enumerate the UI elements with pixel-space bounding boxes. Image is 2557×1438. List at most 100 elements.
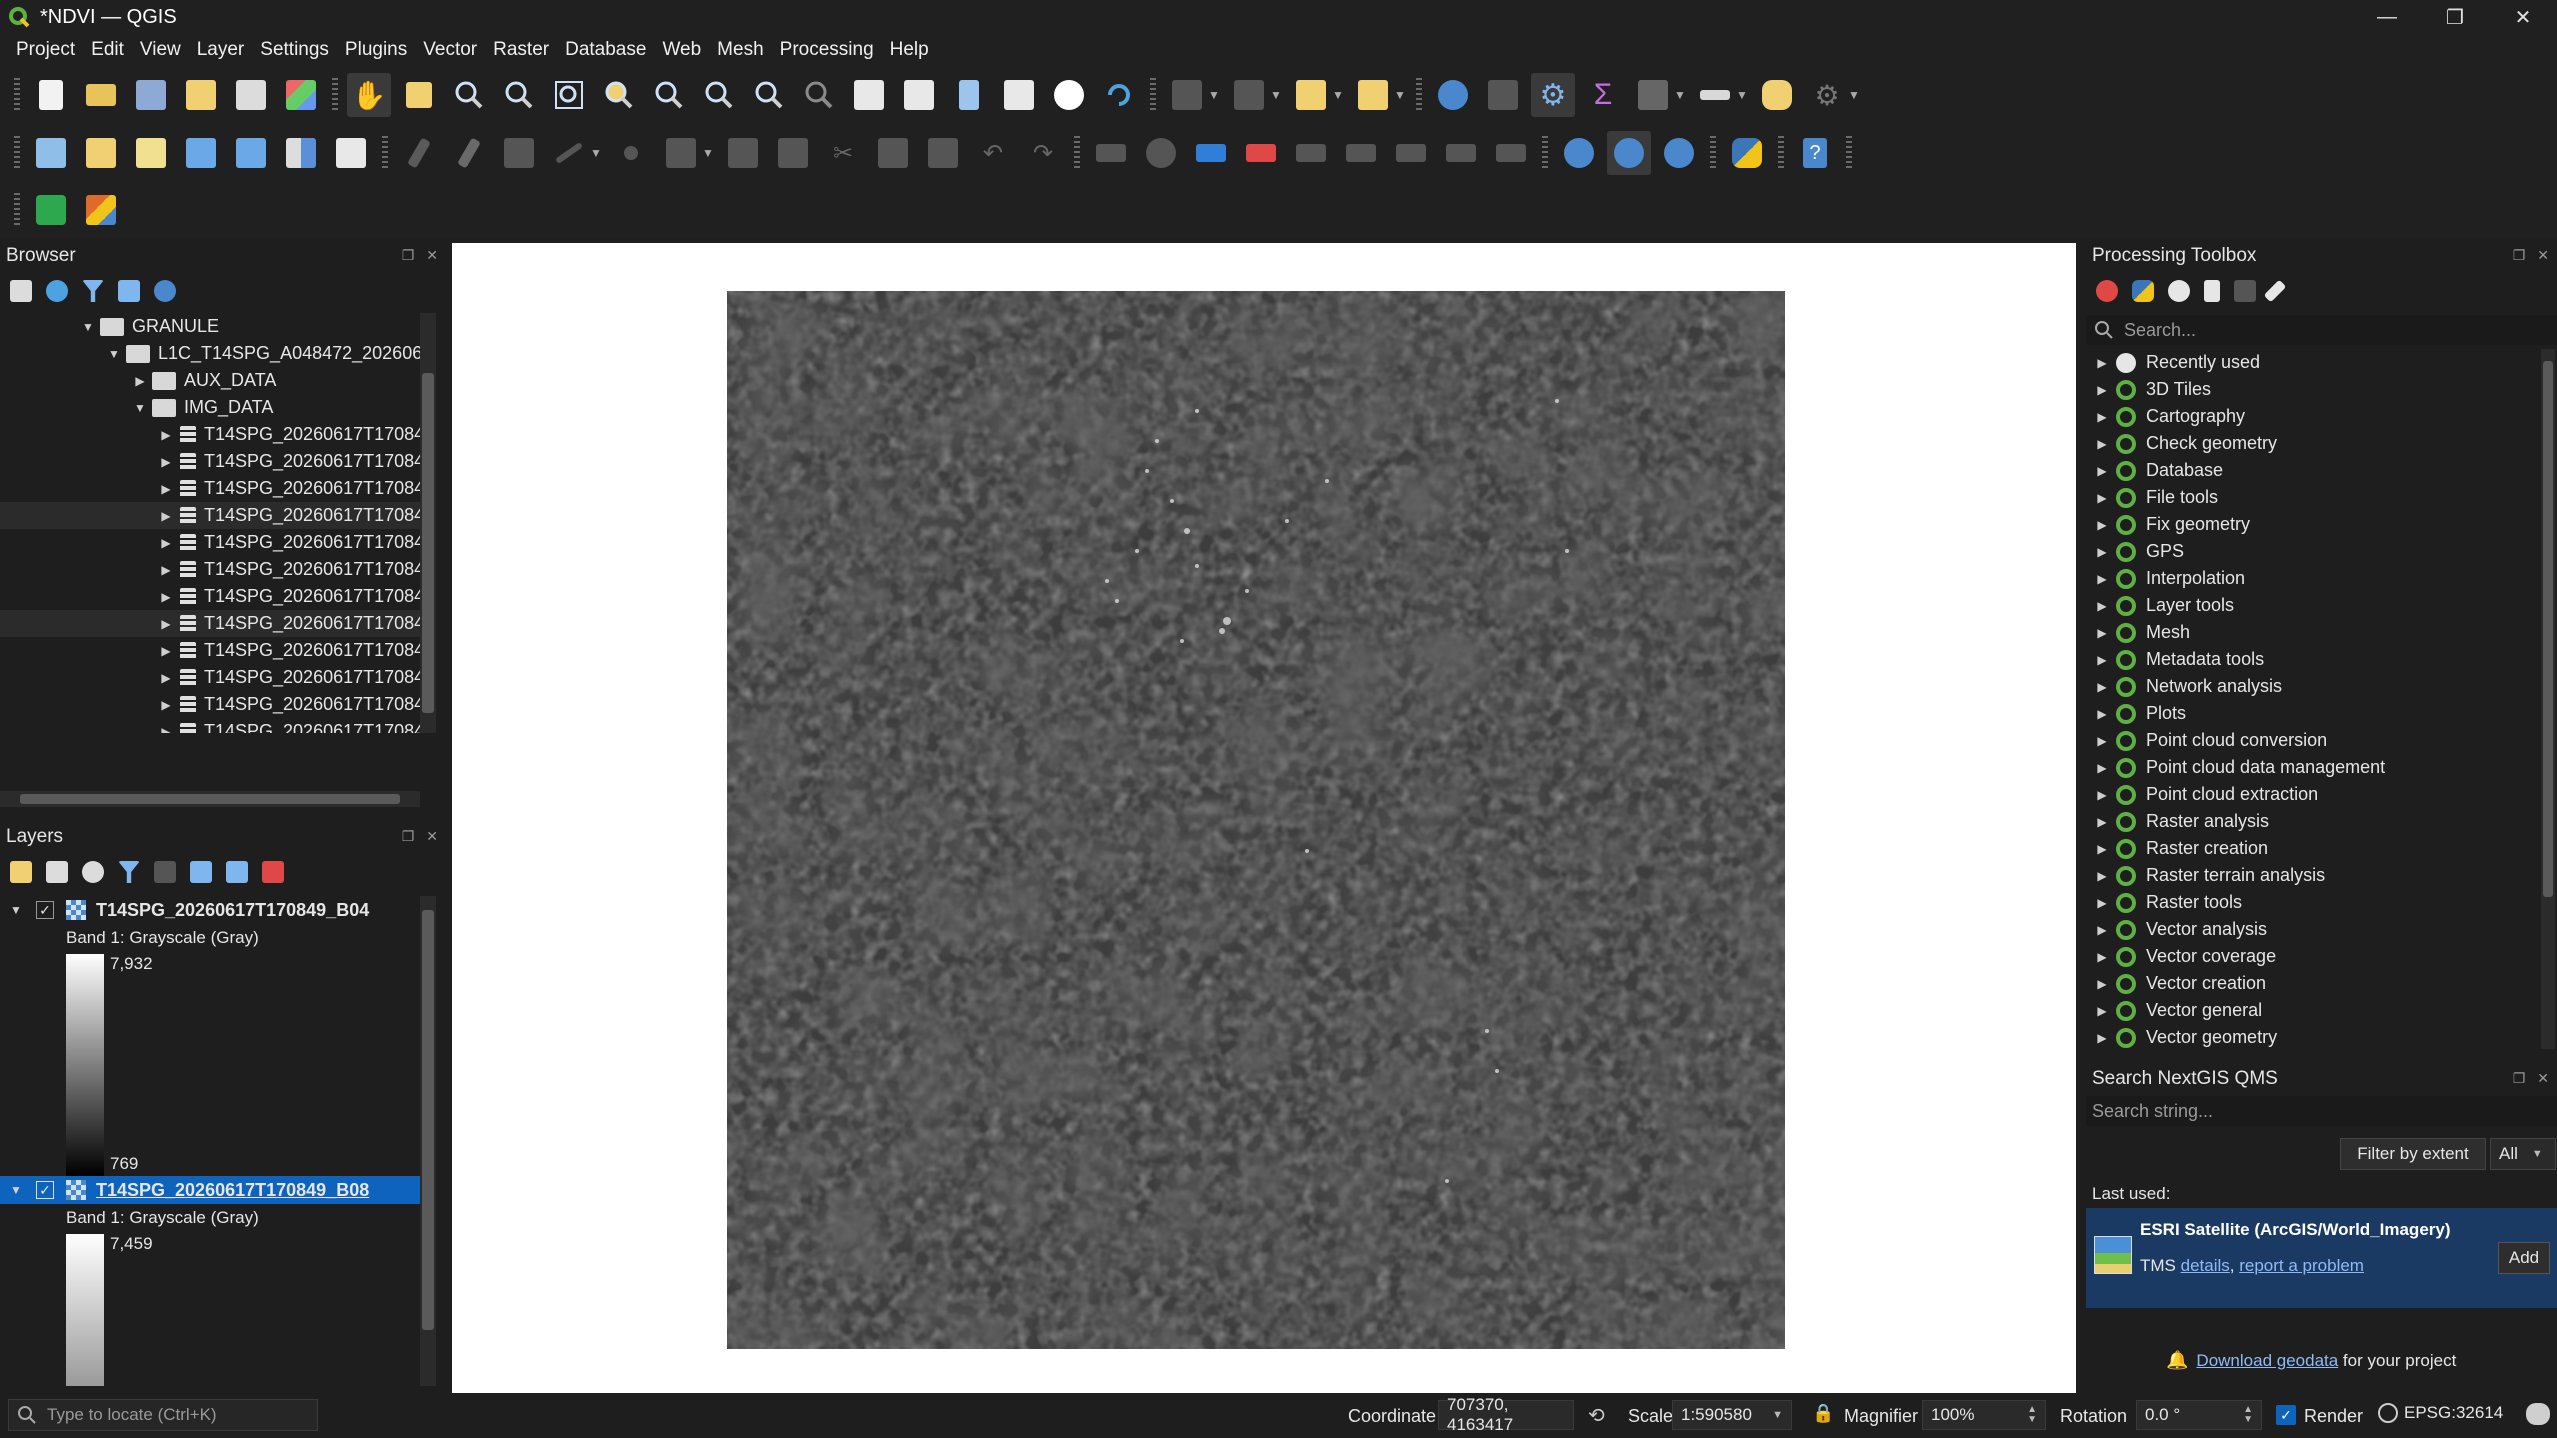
chevron-right-icon[interactable]: ▶ — [2094, 626, 2110, 640]
statistical-summary-icon[interactable]: Σ — [1581, 73, 1625, 117]
menu-processing[interactable]: Processing — [780, 39, 874, 61]
menu-database[interactable]: Database — [565, 39, 646, 61]
menu-vector[interactable]: Vector — [423, 39, 477, 61]
new-shapefile-icon[interactable] — [129, 131, 173, 175]
web-globe-settings-icon[interactable] — [1657, 131, 1701, 175]
edit-pencil-icon[interactable] — [397, 131, 441, 175]
web-globe-add-icon[interactable] — [1557, 131, 1601, 175]
processing-provider-item[interactable]: ▶ Mesh — [2086, 619, 2536, 646]
coordinate-field[interactable]: 707370, 4163417 — [1438, 1395, 1574, 1434]
label-pin-icon[interactable] — [1139, 131, 1183, 175]
rotate-label-icon[interactable] — [1439, 131, 1483, 175]
spinbox-arrows-icon[interactable]: ▲ ▼ — [2243, 1405, 2253, 1425]
close-panel-icon[interactable]: ✕ — [426, 247, 438, 264]
download-geodata-link[interactable]: Download geodata — [2196, 1351, 2338, 1371]
chevron-right-icon[interactable]: ▶ — [2094, 896, 2110, 910]
chevron-down-icon[interactable]: ▼ — [106, 347, 122, 361]
filter-legend-icon[interactable] — [118, 861, 140, 883]
options-wrench-icon[interactable] — [2263, 279, 2287, 303]
close-button[interactable]: ✕ — [2489, 0, 2557, 34]
data-source-manager-icon[interactable] — [29, 131, 73, 175]
browser-tree-item[interactable]: ▶ T14SPG_20260617T17084 — [0, 556, 420, 583]
browser-tree-item[interactable]: ▶ AUX_DATA — [0, 367, 420, 394]
layers-vertical-scrollbar[interactable] — [420, 896, 436, 1386]
browser-tree-item[interactable]: ▶ T14SPG_20260617T17084 — [0, 421, 420, 448]
new-geopackage-icon[interactable] — [79, 131, 123, 175]
close-panel-icon[interactable]: ✕ — [2537, 247, 2549, 264]
remove-layer-icon[interactable] — [262, 861, 284, 883]
filter-by-expression-icon[interactable] — [154, 861, 176, 883]
scripts-python-icon[interactable] — [2132, 280, 2154, 302]
zoom-in-icon[interactable] — [447, 73, 491, 117]
chevron-right-icon[interactable]: ▶ — [2094, 653, 2110, 667]
chevron-down-icon[interactable]: ▼ — [1394, 88, 1406, 102]
save-edits-icon[interactable] — [497, 131, 541, 175]
layer-row-b08[interactable]: ▼ ✓ T14SPG_20260617T170849_B08 — [0, 1176, 420, 1204]
save-project-icon[interactable] — [129, 73, 173, 117]
browser-tree-item[interactable]: ▶ T14SPG_20260617T17084 — [0, 610, 420, 637]
processing-provider-item[interactable]: ▶ Cartography — [2086, 403, 2536, 430]
chevron-right-icon[interactable]: ▶ — [2094, 842, 2110, 856]
processing-provider-item[interactable]: ▶ Metadata tools — [2086, 646, 2536, 673]
float-panel-icon[interactable]: ❐ — [2513, 247, 2526, 264]
chevron-right-icon[interactable]: ▶ — [132, 374, 148, 388]
chevron-right-icon[interactable]: ▶ — [2094, 599, 2110, 613]
chevron-right-icon[interactable]: ▶ — [2094, 1031, 2110, 1045]
toolbar-handle[interactable] — [1542, 136, 1548, 170]
processing-provider-item[interactable]: ▶ GPS — [2086, 538, 2536, 565]
chevron-right-icon[interactable]: ▶ — [2094, 356, 2110, 370]
new-spatial-bookmark-icon[interactable] — [947, 73, 991, 117]
select-location-icon[interactable] — [1351, 73, 1395, 117]
chevron-right-icon[interactable]: ▶ — [2094, 1004, 2110, 1018]
browser-tree-item[interactable]: ▶ T14SPG_20260617T17084 — [0, 502, 420, 529]
temporal-controller-icon[interactable] — [1047, 73, 1091, 117]
redo-icon[interactable]: ↷ — [1021, 131, 1065, 175]
browser-tree-item[interactable]: ▶ T14SPG_20260617T17084 — [0, 691, 420, 718]
chevron-right-icon[interactable]: ▶ — [2094, 491, 2110, 505]
processing-provider-item[interactable]: ▶ Raster tools — [2086, 889, 2536, 916]
processing-search-input[interactable]: Search... — [2086, 315, 2557, 345]
python-console-icon[interactable] — [1725, 131, 1769, 175]
lock-scale-icon[interactable]: 🔒 — [1812, 1403, 1834, 1424]
processing-provider-item[interactable]: ▶ Vector creation — [2086, 970, 2536, 997]
chevron-right-icon[interactable]: ▶ — [158, 590, 174, 604]
web-globe-search-icon[interactable] — [1607, 131, 1651, 175]
refresh-icon[interactable] — [1097, 73, 1141, 117]
map-tips-icon[interactable] — [1755, 73, 1799, 117]
browser-tree-item[interactable]: ▼ GRANULE — [0, 313, 420, 340]
browser-tree-item[interactable]: ▼ L1C_T14SPG_A048472_2026061 — [0, 340, 420, 367]
properties-info-icon[interactable] — [154, 280, 176, 302]
deselect-all-icon[interactable] — [1289, 73, 1333, 117]
browser-tree-item[interactable]: ▶ T14SPG_20260617T17084 — [0, 475, 420, 502]
toggle-extents-icon[interactable]: ⟲ — [1588, 1403, 1605, 1428]
details-link[interactable]: details — [2181, 1256, 2230, 1276]
zoom-next-icon[interactable] — [797, 73, 841, 117]
add-point-icon[interactable] — [609, 131, 653, 175]
browser-horizontal-scrollbar[interactable] — [0, 791, 420, 807]
close-panel-icon[interactable]: ✕ — [2537, 1070, 2549, 1087]
new-virtual-layer-icon[interactable] — [229, 131, 273, 175]
menu-help[interactable]: Help — [890, 39, 929, 61]
processing-provider-item[interactable]: ▶ Recently used — [2086, 349, 2536, 376]
pan-to-selection-icon[interactable] — [397, 73, 441, 117]
layer-visibility-checkbox[interactable]: ✓ — [36, 901, 54, 919]
chevron-right-icon[interactable]: ▶ — [2094, 518, 2110, 532]
refresh-icon[interactable] — [46, 280, 68, 302]
toolbox-gear-icon[interactable]: ⚙ — [1531, 73, 1575, 117]
toolbar-handle[interactable] — [1710, 136, 1716, 170]
browser-tree-item[interactable]: ▶ T14SPG_20260617T17084 — [0, 529, 420, 556]
cut-features-icon[interactable]: ✂ — [821, 131, 865, 175]
zoom-full-icon[interactable] — [547, 73, 591, 117]
minimize-button[interactable]: — — [2353, 0, 2421, 34]
chevron-right-icon[interactable]: ▶ — [158, 455, 174, 469]
actions-gear-icon[interactable]: ⚙ — [1805, 73, 1849, 117]
chevron-down-icon[interactable]: ▼ — [132, 401, 148, 415]
browser-tree-item[interactable]: ▶ T14SPG_20260617T17084 — [0, 583, 420, 610]
add-vector-layer-icon[interactable] — [329, 131, 373, 175]
browser-tree-item[interactable]: ▶ T14SPG_20260617T17084 — [0, 664, 420, 691]
chevron-down-icon[interactable]: ▼ — [1332, 88, 1344, 102]
chevron-down-icon[interactable]: ▼ — [702, 146, 714, 160]
float-panel-icon[interactable]: ❐ — [2513, 1070, 2526, 1087]
chevron-right-icon[interactable]: ▶ — [2094, 545, 2110, 559]
processing-provider-item[interactable]: ▶ Vector coverage — [2086, 943, 2536, 970]
